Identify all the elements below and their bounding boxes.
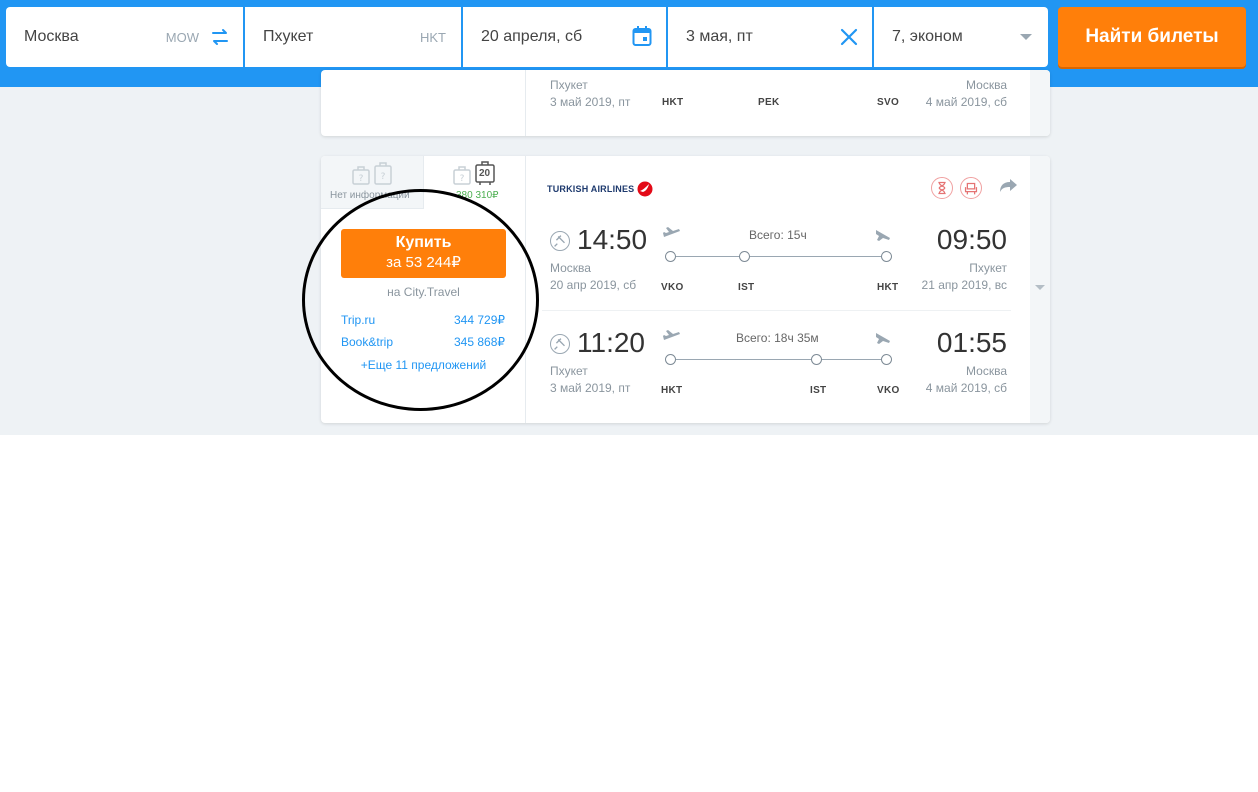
route-stop-dot [739,251,750,262]
airport-code: VKO [877,385,900,396]
airport-code: VKO [661,282,684,293]
route-stop-dot [881,354,892,365]
landing-icon [876,333,890,344]
arrival-time: 01:55 [936,327,1007,358]
seat-icon[interactable] [960,177,982,199]
chevron-down-icon [1020,34,1032,40]
pin-icon[interactable] [550,334,570,354]
airline-name: TURKISH AIRLINES [547,184,635,194]
origin-code: MOW [165,29,199,45]
route-stop-dot [881,251,892,262]
expand-strip[interactable] [1030,70,1050,136]
swap-icon[interactable] [209,26,231,48]
takeoff-icon [663,227,680,237]
arrival-time: 09:50 [936,224,1007,255]
hourglass-icon[interactable] [931,177,953,199]
arrival-date: 21 апр 2019, вс [921,278,1007,292]
route-stop-dot [665,354,676,365]
departure-date: 20 апр 2019, сб [550,278,637,292]
expand-strip[interactable] [1030,156,1050,423]
destination-code: HKT [420,29,446,45]
svg-text:?: ? [460,174,465,184]
origin-city: Москва [24,28,79,45]
arrival-city: Пхукет [969,261,1007,275]
departure-time: 14:50 [577,224,648,255]
bag-icon: ? [453,166,471,185]
departure-date: 3 май 2019, пт [550,381,631,395]
prev-origin-date: 3 май 2019, пт [550,95,631,109]
turkish-airlines-logo-icon [637,181,653,197]
bag-icon: ? [352,166,370,185]
arrival-city: Москва [966,364,1007,378]
departure-city: Москва [550,261,591,275]
landing-icon [876,230,890,241]
destination-field[interactable]: Пхукет HKT [245,7,461,67]
pin-icon[interactable] [550,231,570,251]
search-button[interactable]: Найти билеты [1058,7,1246,67]
baggage-weight-badge: 20 [479,168,491,179]
departure-city: Пхукет [550,364,588,378]
prev-destination-city: Москва [966,78,1007,92]
svg-text:?: ? [381,172,386,182]
passengers-select[interactable]: 7, эконом [874,7,1048,67]
airport-code: SVO [877,97,900,108]
depart-date-field[interactable]: 20 апреля, сб [463,7,666,67]
airport-code: HKT [661,385,683,396]
depart-date: 20 апреля, сб [481,28,583,45]
airport-code: HKT [877,282,899,293]
segment-divider [542,310,1011,311]
airport-code: IST [810,385,827,396]
airline-logo: TURKISH AIRLINES [547,181,653,197]
return-date-field[interactable]: 3 мая, пт [668,7,872,67]
prev-destination-date: 4 май 2019, сб [925,95,1007,109]
route-stop-dot [811,354,822,365]
airport-code: IST [738,282,755,293]
ticket-buy-column [321,70,526,136]
airport-code: PEK [758,97,780,108]
arrival-date: 4 май 2019, сб [925,381,1007,395]
return-date: 3 мая, пт [686,28,753,45]
destination-city: Пхукет [263,28,314,45]
highlight-circle-annotation [302,189,539,411]
close-icon[interactable] [838,26,860,48]
share-icon[interactable] [998,177,1018,195]
airport-code: HKT [662,97,684,108]
chevron-down-icon [1035,285,1045,290]
ticket-card-previous: Пхукет 3 май 2019, пт HKT PEK SVO Москва… [321,70,1050,136]
departure-time: 11:20 [577,327,645,358]
prev-origin-city: Пхукет [550,78,588,92]
route-line [676,359,881,360]
svg-text:?: ? [359,174,364,184]
calendar-icon[interactable] [631,25,653,47]
origin-field[interactable]: Москва MOW [6,7,243,67]
route-stop-dot [665,251,676,262]
suitcase-icon: ? [374,162,392,185]
takeoff-icon [663,330,680,340]
route-line [676,256,881,257]
passengers-value: 7, эконом [892,28,963,45]
flight-duration: Всего: 15ч [749,228,807,242]
flight-duration: Всего: 18ч 35м [736,331,819,345]
